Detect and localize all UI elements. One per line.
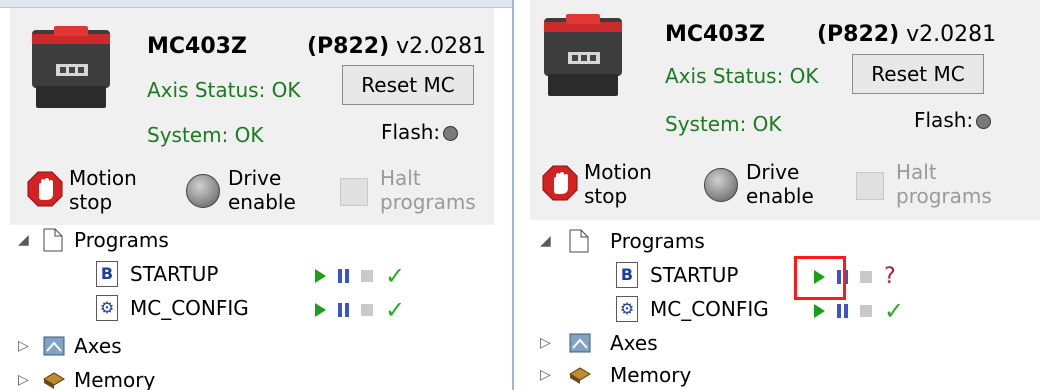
version-label: (P822) v2.0281 [307,34,486,59]
drive-enable-indicator-icon [186,174,220,208]
drive-enable-indicator-icon [704,168,738,202]
axes-label: Axes [74,334,122,358]
stop-icon[interactable] [361,303,373,316]
program-controls: ✓ [315,293,417,325]
programs-label: Programs [74,228,169,252]
pause-icon[interactable] [338,302,349,317]
program-row[interactable]: ⚙ MC_CONFIG ✓ [530,294,1030,326]
play-icon[interactable] [814,303,825,318]
axes-label: Axes [610,331,658,355]
version-label: (P822) v2.0281 [817,22,996,47]
config-program-icon: ⚙ [616,296,638,322]
play-icon[interactable] [315,302,326,317]
memory-chip-icon [43,372,65,389]
memory-label: Memory [610,363,692,387]
product-code: (P822) [817,22,900,47]
controller-header: MC403Z (P822) v2.0281 Axis Status: OK Re… [10,8,494,225]
program-row[interactable]: B STARTUP ✓ [10,259,490,291]
stop-icon[interactable] [860,304,872,317]
basic-program-icon: B [616,262,638,288]
program-name: MC_CONFIG [130,296,249,320]
expand-triangle-icon[interactable]: ◢ [540,226,551,256]
stop-icon[interactable] [860,270,872,283]
halt-checkbox-icon [340,178,368,206]
motion-stop-label: Motion stop [584,160,652,208]
memory-label: Memory [74,368,156,390]
tree-node-memory[interactable]: ▷ Memory [530,360,1030,390]
pause-icon[interactable] [837,303,848,318]
axes-icon [43,336,65,356]
expand-triangle-icon[interactable]: ◢ [18,225,29,255]
program-row[interactable]: B STARTUP ? [530,256,1030,300]
status-check-icon: ✓ [884,296,905,325]
halt-checkbox-icon [856,172,884,200]
collapse-triangle-icon[interactable]: ▷ [18,331,29,361]
program-row[interactable]: ⚙ MC_CONFIG ✓ [10,293,490,325]
program-name: STARTUP [130,262,219,286]
basic-program-icon: B [96,261,118,287]
flash-indicator: Flash: [381,120,459,144]
collapse-triangle-icon[interactable]: ▷ [540,328,551,358]
window-frame [0,0,512,8]
firmware-version: v2.0281 [396,34,487,59]
pause-icon[interactable] [338,268,349,283]
controller-device-icon [32,26,110,108]
flash-label: Flash: [914,108,974,132]
folder-page-icon [569,229,589,253]
config-program-icon: ⚙ [96,295,118,321]
product-code: (P822) [307,34,390,59]
tree-node-axes[interactable]: ▷ Axes [10,331,490,361]
status-check-icon: ✓ [385,295,406,324]
flash-led-icon [976,114,992,129]
programs-label: Programs [610,229,705,253]
stop-icon[interactable] [361,269,373,282]
tree-node-programs[interactable]: ◢ Programs [530,226,1030,256]
status-check-icon: ✓ [385,261,406,290]
axis-status: Axis Status: OK [665,64,819,88]
collapse-triangle-icon[interactable]: ▷ [540,360,551,390]
tree-node-memory[interactable]: ▷ Memory [10,365,490,390]
model-label: MC403Z [147,34,247,59]
program-name: STARTUP [650,263,739,287]
drive-enable-label: Drive enable [746,160,814,208]
controller-header: MC403Z (P822) v2.0281 Axis Status: OK Re… [530,0,1040,220]
model-label: MC403Z [665,22,765,47]
right-panel: MC403Z (P822) v2.0281 Axis Status: OK Re… [530,0,1040,390]
stop-hand-icon [27,171,63,207]
memory-chip-icon [569,367,591,384]
stop-hand-icon [542,165,578,201]
halt-programs-label: Halt programs [896,160,992,208]
flash-indicator: Flash: [914,108,992,132]
halt-programs-label: Halt programs [380,166,476,214]
status-unknown-icon: ? [884,263,896,289]
axes-icon [569,333,591,353]
system-status: System: OK [665,112,782,136]
drive-enable-label: Drive enable [228,166,296,214]
flash-led-icon [443,126,459,141]
collapse-triangle-icon[interactable]: ▷ [18,365,29,390]
controller-device-icon [544,14,622,96]
firmware-version: v2.0281 [906,22,997,47]
reset-mc-button[interactable]: Reset MC [852,54,984,94]
program-controls: ✓ [315,259,417,291]
axis-status: Axis Status: OK [147,78,301,102]
left-panel: MC403Z (P822) v2.0281 Axis Status: OK Re… [0,0,514,390]
project-tree: ◢ Programs B STARTUP ? ⚙ MC_CONFIG ✓ ▷ A… [530,220,1040,387]
flash-label: Flash: [381,120,441,144]
program-name: MC_CONFIG [650,297,769,321]
motion-stop-label: Motion stop [69,166,137,214]
reset-mc-button[interactable]: Reset MC [342,65,474,105]
project-tree: ◢ Programs B STARTUP ✓ ⚙ MC_CONFIG ✓ ▷ A… [10,225,512,390]
tree-node-axes[interactable]: ▷ Axes [530,328,1030,358]
play-icon[interactable] [315,268,326,283]
folder-page-icon [43,228,63,252]
tree-node-programs[interactable]: ◢ Programs [10,225,490,255]
system-status: System: OK [147,123,264,147]
program-controls: ✓ [814,294,916,326]
